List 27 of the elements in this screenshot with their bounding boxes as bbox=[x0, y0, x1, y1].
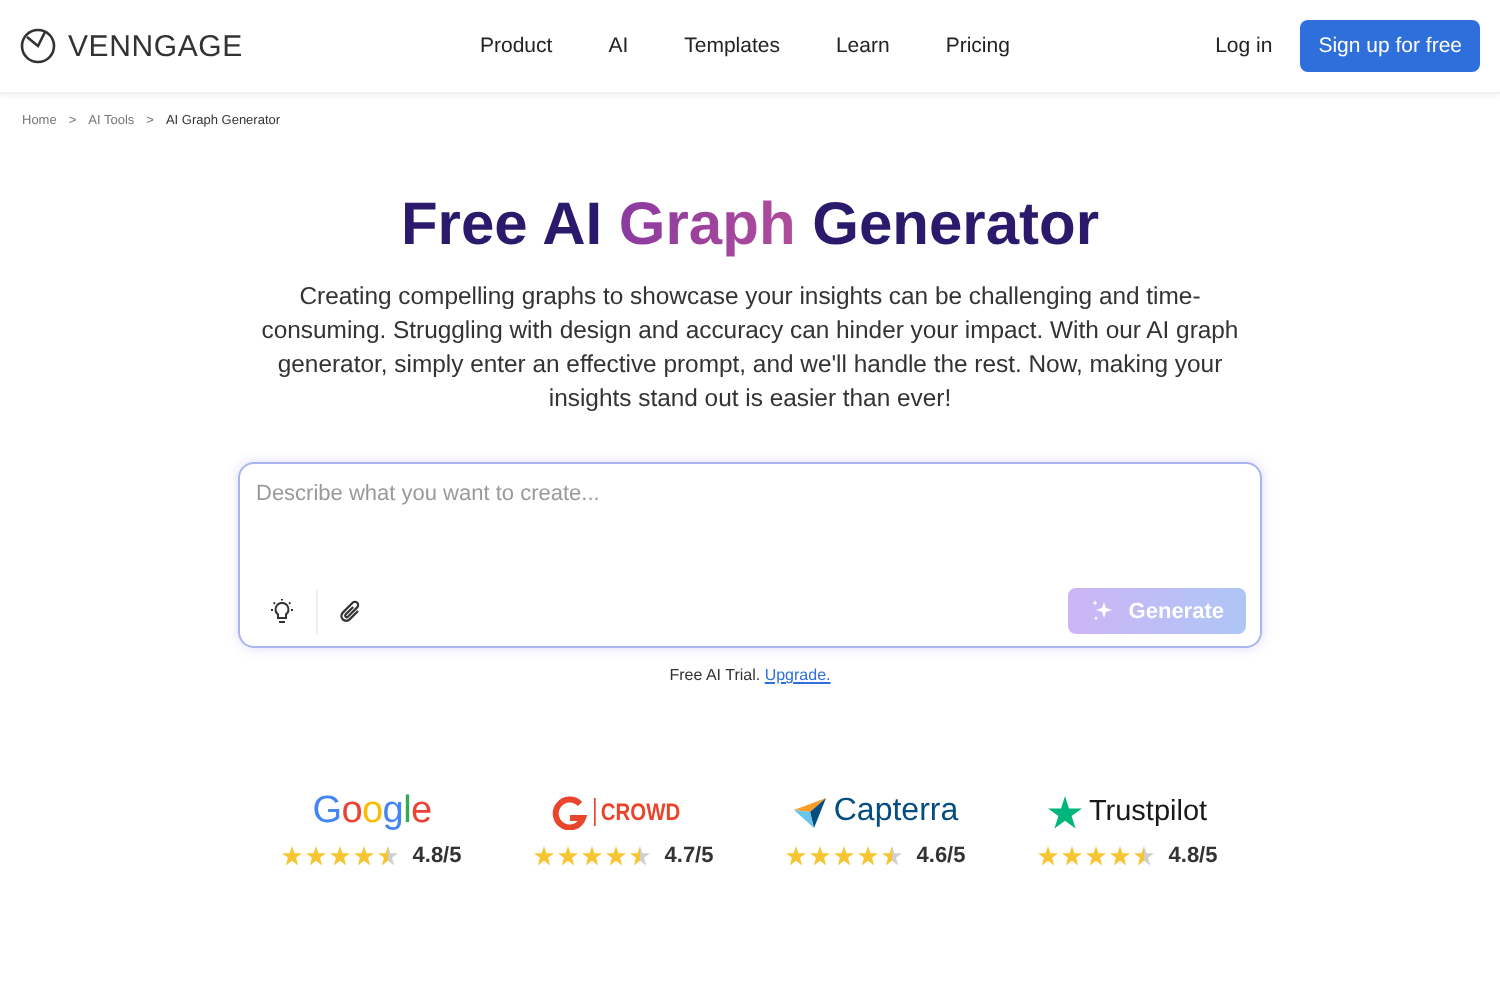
brand-name[interactable]: VENNGAGE bbox=[68, 29, 243, 63]
google-logo: Google bbox=[312, 790, 432, 834]
capterra-icon bbox=[793, 795, 828, 829]
capterra-logo: Capterra bbox=[833, 794, 959, 830]
nav-link[interactable]: Product bbox=[452, 26, 581, 66]
lightbulb-icon[interactable] bbox=[268, 597, 296, 625]
paperclip-icon[interactable] bbox=[338, 597, 364, 625]
star-icon bbox=[1048, 795, 1083, 829]
rating-score: 4.8/5 bbox=[412, 844, 462, 868]
nav-link[interactable]: Learn bbox=[807, 26, 918, 66]
nav-link[interactable]: AI bbox=[580, 26, 657, 66]
crowd-logo: CROWD bbox=[594, 798, 681, 826]
nav-link[interactable]: Pricing bbox=[917, 26, 1038, 66]
sparkle-icon bbox=[1090, 598, 1117, 624]
rating-score: 4.8/5 bbox=[1168, 844, 1218, 868]
trial-note: Free AI Trial. bbox=[669, 666, 761, 684]
upgrade-link[interactable]: Upgrade. bbox=[764, 666, 831, 684]
g2-icon bbox=[552, 794, 589, 830]
login-link[interactable]: Log in bbox=[1215, 34, 1273, 58]
description: Creating compelling graphs to showcase your insights can be challenging and time-consuming. Struggling with design and accuracy can hinder your impact. With our AI graph generator, simply enter an effective prompt, and we'll handle the rest. Now, making your insights stand out is easier than ever! bbox=[260, 280, 1240, 416]
page-title: Free AI Graph Generator bbox=[400, 192, 1099, 260]
rating-score: 4.6/5 bbox=[916, 844, 966, 868]
rating-score: 4.7/5 bbox=[664, 844, 714, 868]
signup-button[interactable]: Sign up for free bbox=[1300, 20, 1480, 72]
logo-icon bbox=[20, 28, 56, 64]
nav-link[interactable]: Templates bbox=[656, 26, 808, 66]
trustpilot-logo: Trustpilot bbox=[1088, 796, 1208, 828]
